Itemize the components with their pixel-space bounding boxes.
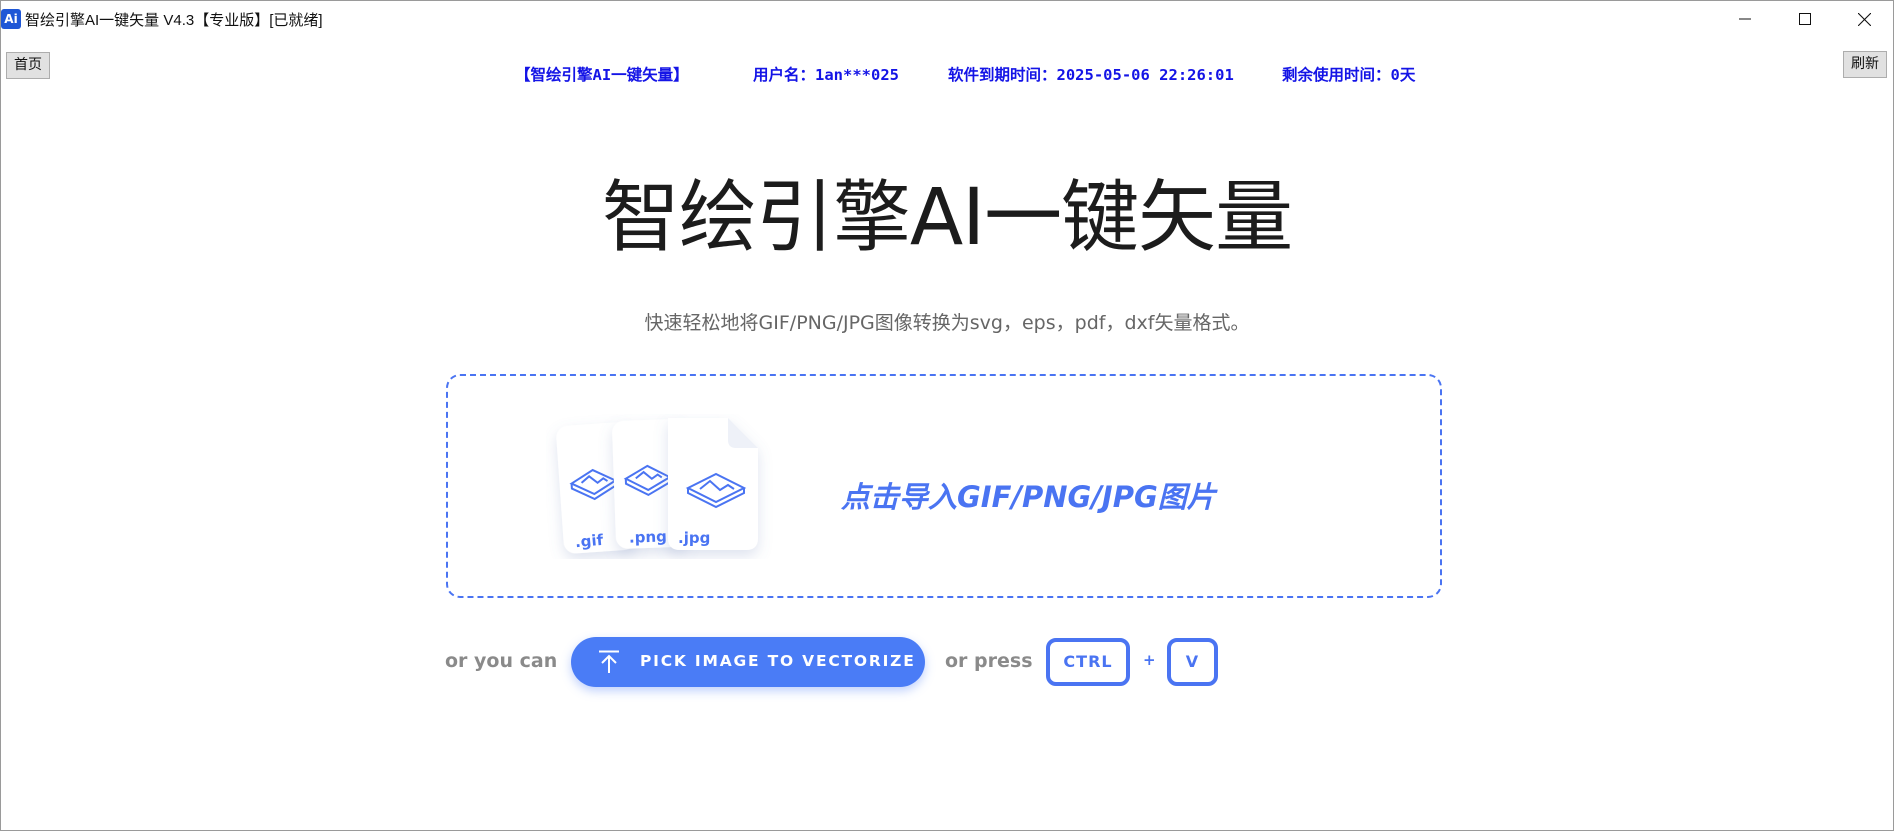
maximize-button[interactable] (1776, 0, 1834, 38)
file-type-gif-label: .gif (574, 530, 604, 552)
close-button[interactable] (1835, 0, 1893, 38)
file-type-jpg-label: .jpg (678, 529, 711, 547)
title-bar: Ai 智绘引擎AI一键矢量 V4.3【专业版】[已就绪] (0, 0, 1894, 38)
import-image-label: 点击导入GIF/PNG/JPG图片 (841, 480, 1216, 514)
pick-image-label: PICK IMAGE TO VECTORIZE (640, 652, 916, 670)
upload-icon (599, 650, 619, 673)
minimize-icon (1739, 18, 1751, 20)
remaining-time-label: 剩余使用时间：0天 (1282, 66, 1416, 84)
page-subtitle: 快速轻松地将GIF/PNG/JPG图像转换为svg，eps，pdf，dxf矢量格… (644, 312, 1250, 334)
or-press-text: or press (945, 650, 1033, 672)
minimize-button[interactable] (1716, 0, 1774, 38)
app-name-label: 【智绘引擎AI一键矢量】 (515, 66, 689, 84)
expiry-label: 软件到期时间：2025-05-06 22:26:01 (948, 66, 1234, 84)
plus-sign: + (1143, 651, 1156, 669)
pick-image-button[interactable]: PICK IMAGE TO VECTORIZE (571, 637, 925, 687)
close-icon (1857, 12, 1871, 26)
maximize-icon (1799, 13, 1811, 25)
username-label: 用户名：1an***025 (753, 66, 899, 84)
image-drop-zone[interactable]: .gif .png .jpg 点击导入GIF/PNG/JPG图片 (446, 374, 1442, 598)
window-title: 智绘引擎AI一键矢量 V4.3【专业版】[已就绪] (25, 12, 323, 29)
v-key-hint: V (1167, 638, 1218, 686)
file-type-png-label: .png (628, 527, 668, 547)
ctrl-key-hint: CTRL (1046, 638, 1130, 686)
app-logo-icon: Ai (1, 9, 21, 29)
page-title: 智绘引擎AI一键矢量 (601, 173, 1293, 263)
license-info-bar: 【智绘引擎AI一键矢量】 用户名：1an***025 软件到期时间：2025-0… (0, 63, 1894, 85)
or-you-can-text: or you can (445, 650, 558, 672)
